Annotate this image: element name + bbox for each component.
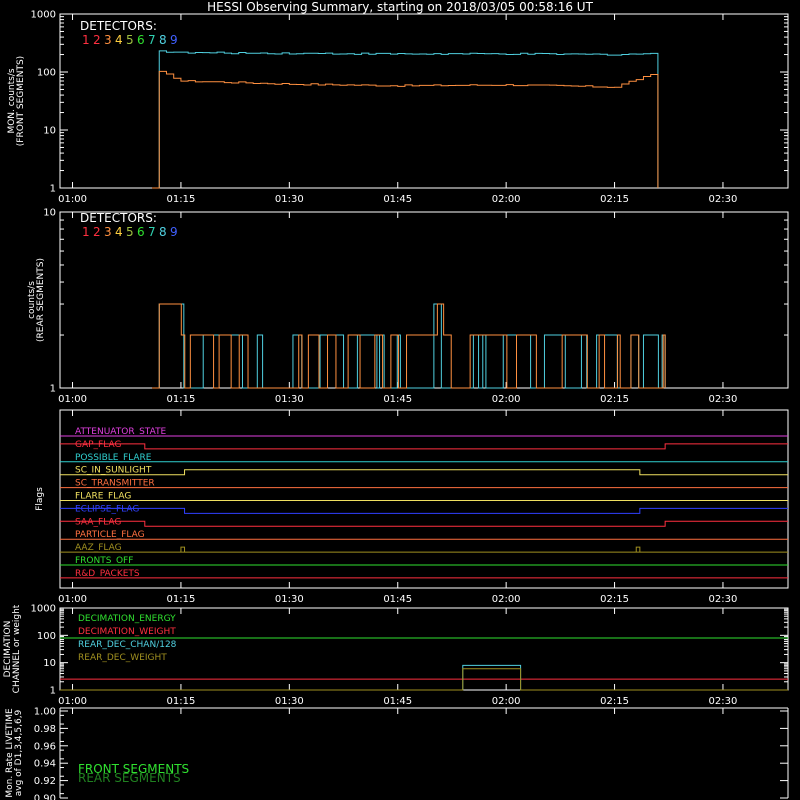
rear-panel-legend-digit: 5 <box>126 225 134 239</box>
rear-panel-ytick-label: 10 <box>43 208 56 219</box>
decimation-panel-xtick-label: 01:30 <box>275 696 304 707</box>
front-panel-ytick-label: 1000 <box>31 10 56 21</box>
front-panel-xtick-label: 01:30 <box>275 194 304 205</box>
flags-panel-xtick-label: 01:00 <box>58 594 87 605</box>
flag-series-9 <box>60 546 788 553</box>
flags-panel-xtick-label: 02:30 <box>709 594 738 605</box>
front-panel-ytick-label: 1 <box>50 184 56 195</box>
flags-panel-xtick-label: 01:15 <box>167 594 196 605</box>
decimation-label-2: REAR_DEC_CHAN/128 <box>78 640 177 650</box>
rear-panel-xtick-label: 01:15 <box>167 394 196 405</box>
livetime-ytick-label: 1.00 <box>34 707 56 718</box>
decimation-series-2 <box>60 664 788 691</box>
rear-series-3 <box>152 303 666 389</box>
decimation-label-1: DECIMATION_WEIGHT <box>78 627 176 637</box>
livetime-ytick-label: 0.90 <box>34 794 56 800</box>
front-panel-xtick-label: 02:15 <box>600 194 629 205</box>
decimation-panel-ylabel: CHANNEL or weight <box>12 604 22 693</box>
front-panel-legend-digit: 6 <box>137 33 145 47</box>
rear-panel-legend-digit: 6 <box>137 225 145 239</box>
front-panel-ylabel: (FRONT SEGMENTS) <box>16 56 26 146</box>
flags-panel-xtick-label: 01:45 <box>383 594 412 605</box>
decimation-label-0: DECIMATION_ENERGY <box>78 614 176 624</box>
rear-panel-legend-digit: 8 <box>159 225 167 239</box>
flag-series-7 <box>60 520 788 527</box>
front-series-8 <box>152 50 659 189</box>
livetime-legend-rear: REAR SEGMENTS <box>78 771 181 785</box>
rear-panel-xtick-label: 01:00 <box>58 394 87 405</box>
decimation-panel-xtick-label: 01:45 <box>383 696 412 707</box>
front-panel-legend-digit: 5 <box>126 33 134 47</box>
rear-panel-ylabel: (REAR SEGMENTS) <box>36 258 46 342</box>
rear-panel-legend-digit: 3 <box>104 225 112 239</box>
flags-panel-xtick-label: 02:00 <box>492 594 521 605</box>
flag-label-7: SAA_FLAG <box>75 517 121 527</box>
front-panel-xtick-label: 01:45 <box>383 194 412 205</box>
livetime-ytick-label: 0.94 <box>34 759 56 770</box>
flags-panel-xtick-label: 01:30 <box>275 594 304 605</box>
rear-panel-legend-digit: 7 <box>148 225 156 239</box>
flags-panel-xtick-label: 02:15 <box>600 594 629 605</box>
rear-panel-xtick-label: 01:45 <box>383 394 412 405</box>
decimation-panel-ytick-label: 100 <box>37 631 56 642</box>
decimation-label-3: REAR_DEC_WEIGHT <box>78 653 167 663</box>
decimation-panel-ytick-label: 10 <box>43 658 56 669</box>
flag-series-6 <box>60 507 788 514</box>
rear-panel-legend-digit: 9 <box>170 225 178 239</box>
rear-panel-legend-title: DETECTORS: <box>80 211 157 225</box>
decimation-panel-xtick-label: 02:00 <box>492 696 521 707</box>
decimation-panel-xtick-label: 02:30 <box>709 696 738 707</box>
front-panel-legend-digit: 9 <box>170 33 178 47</box>
rear-panel-legend-digit: 4 <box>115 225 123 239</box>
front-panel-ytick-label: 100 <box>37 68 56 79</box>
decimation-panel-ytick-label: 1000 <box>31 604 56 615</box>
observing-summary-figure: 01:00 01:15 01:30 01:45 02:00 02:15 02:3010001… <box>3 10 789 800</box>
flag-label-1: GAP_FLAG <box>75 440 121 450</box>
rear-panel-legend-digit: 1 <box>82 225 90 239</box>
rear-panel-legend-digit: 2 <box>93 225 101 239</box>
rear-panel-xtick-label: 02:00 <box>492 394 521 405</box>
flag-label-6: ECLIPSE_FLAG <box>75 504 139 514</box>
decimation-panel-xtick-label: 01:15 <box>167 696 196 707</box>
livetime-panel-ylabel: avg of D1,3,4,5,6,9 <box>14 709 24 796</box>
rear-panel-ytick-label: 1 <box>50 384 56 395</box>
front-panel-xtick-label: 01:15 <box>167 194 196 205</box>
front-panel-legend-digit: 8 <box>159 33 167 47</box>
rear-panel-xtick-label: 01:30 <box>275 394 304 405</box>
front-panel-xtick-label: 02:30 <box>709 194 738 205</box>
front-panel-legend-digit: 7 <box>148 33 156 47</box>
flags-panel-frame <box>59 409 789 589</box>
decimation-panel-xtick-label: 01:00 <box>58 696 87 707</box>
rear-series-8 <box>152 303 666 389</box>
livetime-ytick-label: 0.92 <box>34 776 56 787</box>
livetime-ytick-label: 0.96 <box>34 741 56 752</box>
front-panel-ytick-label: 10 <box>43 126 56 137</box>
livetime-ytick-label: 0.98 <box>34 724 56 735</box>
front-panel-legend-digit: 3 <box>104 33 112 47</box>
rear-panel-xtick-label: 02:30 <box>709 394 738 405</box>
front-panel-legend-title: DETECTORS: <box>80 19 157 33</box>
front-panel-xtick-label: 02:00 <box>492 194 521 205</box>
front-panel-legend-digit: 4 <box>115 33 123 47</box>
flag-series-3 <box>60 469 788 476</box>
front-panel-xtick-label: 01:00 <box>58 194 87 205</box>
front-series-3 <box>152 70 659 189</box>
rear-panel-xtick-label: 02:15 <box>600 394 629 405</box>
front-panel-legend-digit: 2 <box>93 33 101 47</box>
decimation-panel-xtick-label: 02:15 <box>600 696 629 707</box>
flags-panel-ylabel: Flags <box>35 487 45 511</box>
decimation-panel-ytick-label: 1 <box>50 686 56 697</box>
front-panel-legend-digit: 1 <box>82 33 90 47</box>
flag-series-1 <box>60 443 788 450</box>
